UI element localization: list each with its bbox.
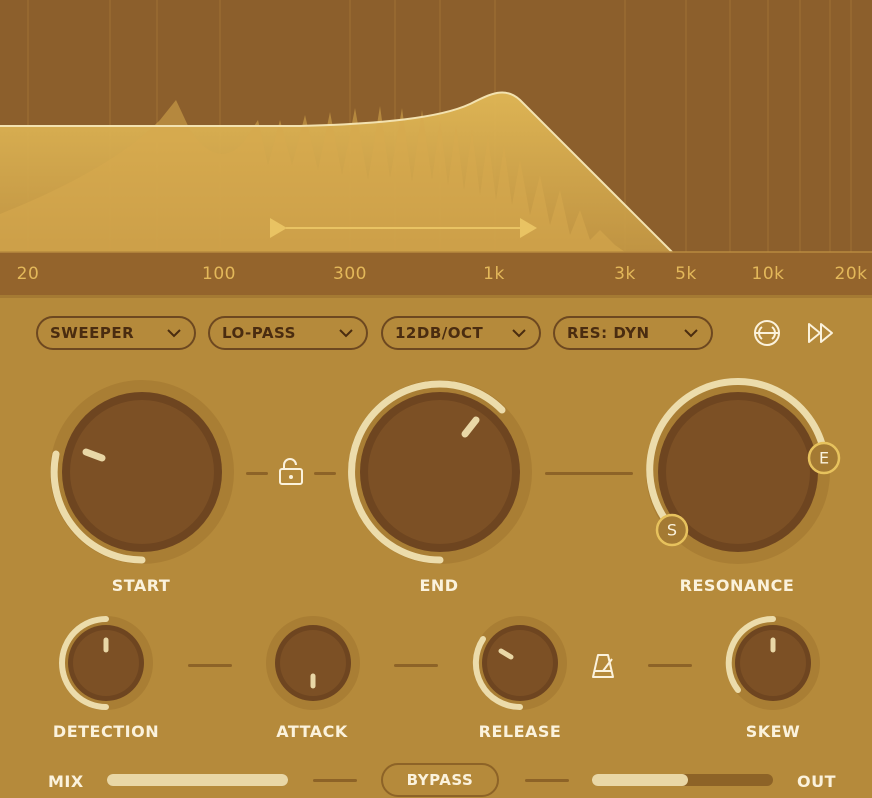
spectrum-graph[interactable] [0, 0, 872, 295]
freq-label-20k: 20k [834, 264, 868, 284]
bypass-button-label: BYPASS [406, 771, 474, 789]
mode-dropdown-label: SWEEPER [50, 324, 135, 342]
link-line [394, 664, 438, 667]
end-knob-label: END [419, 576, 459, 595]
release-knob[interactable] [471, 614, 569, 712]
filter-type-dropdown-label: LO-PASS [222, 324, 296, 342]
detection-knob-label: DETECTION [52, 722, 160, 741]
link-line [314, 472, 336, 475]
slope-dropdown-label: 12DB/OCT [395, 324, 484, 342]
link-line [648, 664, 692, 667]
chevron-down-icon [339, 329, 353, 338]
resonance-mode-dropdown-label: RES: DYN [567, 324, 650, 342]
freq-label-5k: 5k [675, 264, 697, 284]
skew-knob-label: SKEW [745, 722, 801, 741]
bypass-button[interactable]: BYPASS [381, 763, 499, 797]
link-line [313, 779, 357, 782]
start-knob-label: START [111, 576, 171, 595]
end-knob[interactable] [344, 376, 536, 568]
out-slider-fill [592, 774, 688, 786]
mix-label: MIX [48, 772, 84, 791]
unlock-icon[interactable] [277, 457, 305, 487]
freq-label-300: 300 [333, 264, 367, 284]
chevron-down-icon [684, 329, 698, 338]
freq-label-100: 100 [202, 264, 236, 284]
link-line [525, 779, 569, 782]
slope-dropdown[interactable]: 12DB/OCT [381, 316, 541, 350]
chevron-down-icon [167, 329, 181, 338]
mode-dropdown[interactable]: SWEEPER [36, 316, 196, 350]
resonance-end-label: E [818, 448, 830, 468]
resonance-mode-dropdown[interactable]: RES: DYN [553, 316, 713, 350]
link-line [188, 664, 232, 667]
filter-type-dropdown[interactable]: LO-PASS [208, 316, 368, 350]
link-line [545, 472, 633, 475]
attack-knob-label: ATTACK [276, 722, 348, 741]
freq-label-10k: 10k [751, 264, 785, 284]
release-knob-label: RELEASE [478, 722, 562, 741]
resonance-start-label: S [666, 520, 678, 540]
detection-knob[interactable] [57, 614, 155, 712]
attack-knob[interactable] [264, 614, 362, 712]
freq-label-1k: 1k [483, 264, 505, 284]
skew-knob[interactable] [724, 614, 822, 712]
divider [0, 295, 872, 298]
out-slider[interactable] [592, 774, 773, 786]
freq-label-3k: 3k [614, 264, 636, 284]
spectrum-display[interactable]: 20 100 300 1k 3k 5k 10k 20k [0, 0, 872, 295]
freq-label-20: 20 [16, 264, 40, 284]
stereo-link-icon[interactable] [752, 318, 782, 348]
start-knob[interactable] [46, 376, 238, 568]
resonance-knob-label: RESONANCE [679, 576, 795, 595]
link-line [246, 472, 268, 475]
plugin-window: 20 100 300 1k 3k 5k 10k 20k SWEEPER LO-P… [0, 0, 872, 798]
out-label: OUT [797, 772, 837, 791]
mix-slider[interactable] [107, 774, 288, 786]
chevron-down-icon [512, 329, 526, 338]
mix-slider-fill [107, 774, 288, 786]
metronome-icon[interactable] [590, 652, 616, 680]
fast-forward-icon[interactable] [806, 318, 836, 348]
